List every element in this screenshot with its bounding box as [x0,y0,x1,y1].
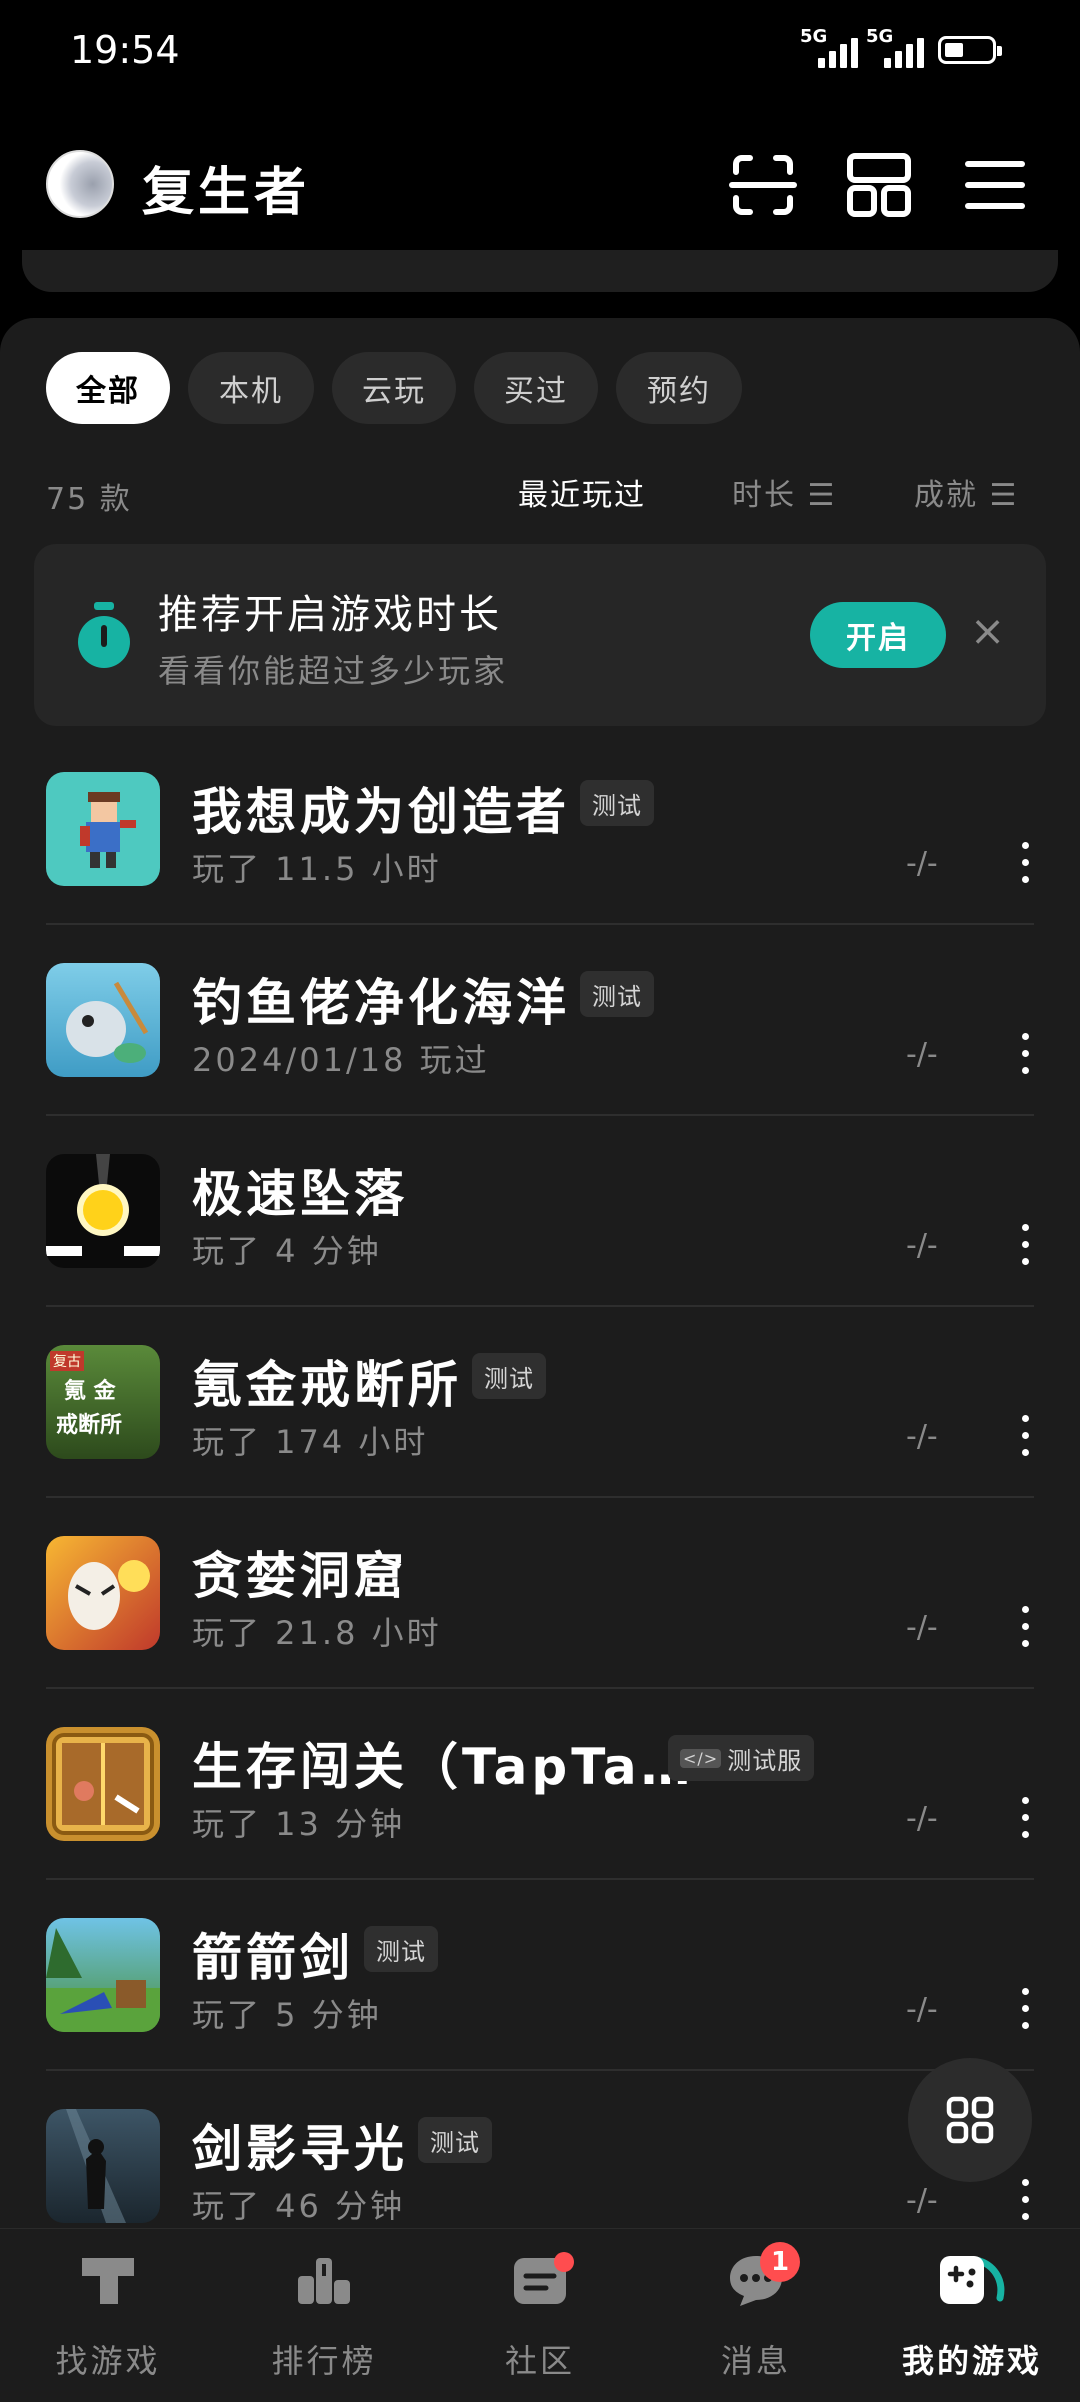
game-name: 生存闯关（TapTa… [192,1738,695,1796]
nav-my-games[interactable]: 我的游戏 [872,2250,1072,2390]
game-row[interactable]: 极速坠落 玩了 4 分钟 -/- [0,1116,1080,1307]
test-tag: 测试 [472,1353,546,1399]
achievement-count: -/- [906,1801,938,1836]
enable-button[interactable]: 开启 [810,602,946,668]
more-options-icon[interactable] [1010,1602,1040,1652]
user-name[interactable]: 复生者 [142,150,310,225]
status-time: 19:54 [70,28,180,72]
ranking-icon [298,2258,350,2304]
sort-achievement[interactable]: 成就 ☰ [914,470,1018,514]
game-count: 75 款 [46,482,132,517]
play-time: 玩了 46 分钟 [192,2187,406,2225]
achievement-count: -/- [906,1992,938,2027]
filter-cloud[interactable]: 云玩 [332,352,456,424]
filter-purchased[interactable]: 买过 [474,352,598,424]
grid-view-button[interactable] [908,2058,1032,2182]
play-time: 玩了 11.5 小时 [192,850,442,888]
nav-messages[interactable]: 1 消息 [656,2242,856,2390]
play-time: 玩了 4 分钟 [192,1232,382,1270]
gamepad-icon [940,2256,1005,2304]
play-time: 玩了 174 小时 [192,1423,429,1461]
filter-local[interactable]: 本机 [188,352,314,424]
nav-community[interactable]: 社区 [440,2250,640,2390]
test-tag: 测试 [580,780,654,826]
more-options-icon[interactable] [1010,838,1040,888]
game-icon [46,1536,160,1650]
game-row[interactable]: 我想成为创造者 测试 玩了 11.5 小时 -/- [0,734,1080,925]
filter-reserved[interactable]: 预约 [616,352,742,424]
filter-all[interactable]: 全部 [46,352,170,424]
message-badge: 1 [760,2242,800,2282]
game-name: 极速坠落 [192,1165,408,1223]
community-dot [554,2252,574,2272]
close-icon[interactable]: × [970,606,1005,655]
more-options-icon[interactable] [1010,1411,1040,1461]
game-icon [46,1727,160,1841]
achievement-count: -/- [906,846,938,881]
game-icon [46,963,160,1077]
nav-rankings[interactable]: 排行榜 [224,2250,424,2390]
game-icon [46,1154,160,1268]
achievement-count: -/- [906,2183,938,2218]
sort-duration[interactable]: 时长 ☰ [732,470,836,514]
game-name: 我想成为创造者 [192,783,570,841]
game-icon [46,2109,160,2223]
game-row[interactable]: 贪婪洞窟 玩了 21.8 小时 -/- [0,1498,1080,1689]
recommend-title: 推荐开启游戏时长 [158,592,502,638]
game-icon [46,772,160,886]
more-options-icon[interactable] [1010,2175,1040,2225]
test-tag: 测试 [364,1926,438,1972]
sort-recent[interactable]: 最近玩过 [518,470,646,514]
stopwatch-icon [78,602,130,668]
achievement-count: -/- [906,1419,938,1454]
battery-icon [938,36,1002,64]
game-row[interactable]: 生存闯关（TapTa… </> 测试服 玩了 13 分钟 -/- [0,1689,1080,1880]
more-options-icon[interactable] [1010,1984,1040,2034]
nav-find-games[interactable]: 找游戏 [8,2250,208,2390]
more-options-icon[interactable] [1010,1220,1040,1270]
achievement-count: -/- [906,1228,938,1263]
avatar[interactable] [46,150,114,218]
game-name: 箭箭剑 [192,1929,354,1987]
code-icon: </> [680,1748,722,1768]
taptap-icon [82,2258,134,2304]
game-name: 贪婪洞窟 [192,1547,408,1605]
recommend-subtitle: 看看你能超过多少玩家 [158,652,509,690]
game-row[interactable]: 钓鱼佬净化海洋 测试 2024/01/18 玩过 -/- [0,925,1080,1116]
play-time: 玩了 21.8 小时 [192,1614,442,1652]
achievement-count: -/- [906,1037,938,1072]
collapsed-card [22,250,1058,292]
test-tag: 测试 [580,971,654,1017]
game-name: 剑影寻光 [192,2120,408,2178]
game-name: 钓鱼佬净化海洋 [192,974,570,1032]
scan-icon[interactable] [728,150,798,220]
menu-icon[interactable] [960,150,1030,220]
more-options-icon[interactable] [1010,1029,1040,1079]
achievement-count: -/- [906,1610,938,1645]
more-options-icon[interactable] [1010,1793,1040,1843]
play-time: 玩了 5 分钟 [192,1996,382,2034]
layout-icon[interactable] [844,150,914,220]
test-server-tag: </> 测试服 [668,1735,815,1781]
play-time: 玩了 13 分钟 [192,1805,406,1843]
game-icon: 复古 氪 金 戒断所 [46,1345,160,1459]
game-icon [46,1918,160,2032]
play-time: 2024/01/18 玩过 [192,1041,490,1079]
grid-icon [946,2096,994,2144]
test-tag: 测试 [418,2117,492,2163]
game-row[interactable]: 箭箭剑 测试 玩了 5 分钟 -/- [0,1880,1080,2071]
game-row[interactable]: 复古 氪 金 戒断所 氪金戒断所 测试 玩了 174 小时 -/- [0,1307,1080,1498]
game-name: 氪金戒断所 [192,1356,462,1414]
